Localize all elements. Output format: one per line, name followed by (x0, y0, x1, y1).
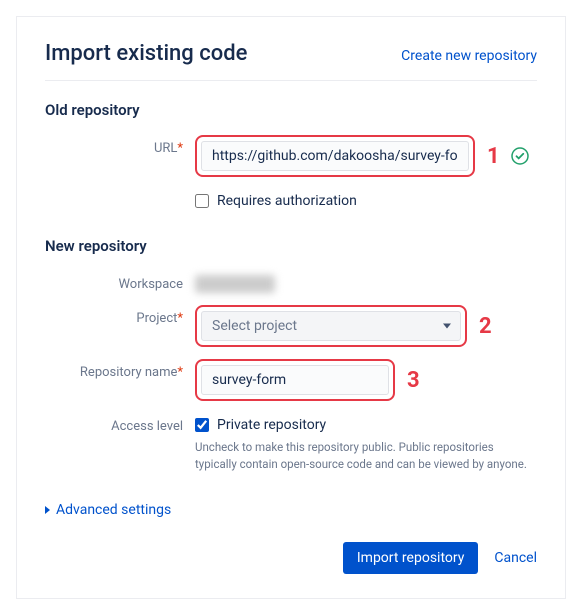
chevron-right-icon (45, 506, 50, 514)
footer: Import repository Cancel (45, 542, 537, 574)
repo-name-label: Repository name (45, 359, 195, 380)
project-row: Project Select project 2 (45, 305, 537, 347)
repo-name-control: 3 (195, 359, 537, 401)
cancel-button[interactable]: Cancel (494, 550, 537, 566)
workspace-value-blurred (195, 275, 275, 293)
annotation-number-3: 3 (407, 368, 420, 393)
private-help-text: Uncheck to make this repository public. … (195, 439, 537, 474)
project-control: Select project 2 (195, 305, 537, 347)
url-label: URL (45, 135, 195, 156)
access-control: Private repository Uncheck to make this … (195, 413, 537, 474)
workspace-row: Workspace (45, 271, 537, 293)
annotation-highlight-1 (195, 135, 475, 177)
url-input[interactable] (201, 141, 469, 171)
create-new-repo-link[interactable]: Create new repository (401, 48, 537, 64)
workspace-control (195, 271, 537, 293)
header: Import existing code Create new reposito… (45, 41, 537, 81)
auth-control: Requires authorization (195, 189, 537, 209)
advanced-settings-toggle[interactable]: Advanced settings (45, 502, 537, 518)
import-form: Import existing code Create new reposito… (16, 16, 566, 599)
url-row: URL 1 (45, 135, 537, 177)
requires-auth-checkbox[interactable] (195, 194, 209, 208)
section-title-new: New repository (45, 237, 537, 255)
project-select[interactable]: Select project (201, 311, 461, 341)
page-title: Import existing code (45, 41, 247, 66)
url-control: 1 (195, 135, 537, 177)
old-repository-section: Old repository URL 1 Requires authorizat… (45, 101, 537, 209)
repo-name-input[interactable] (201, 365, 389, 395)
section-title-old: Old repository (45, 101, 537, 119)
annotation-highlight-2: Select project (195, 305, 467, 347)
annotation-number-1: 1 (487, 144, 500, 169)
repo-name-row: Repository name 3 (45, 359, 537, 401)
valid-check-icon (510, 146, 530, 166)
auth-row: Requires authorization (45, 189, 537, 209)
new-repository-section: New repository Workspace Project Select … (45, 237, 537, 474)
import-repository-button[interactable]: Import repository (343, 542, 479, 574)
private-label: Private repository (217, 417, 326, 433)
private-checkbox[interactable] (195, 418, 209, 432)
annotation-highlight-3 (195, 359, 395, 401)
advanced-settings-label: Advanced settings (56, 502, 171, 518)
annotation-number-2: 2 (479, 314, 492, 339)
access-row: Access level Private repository Uncheck … (45, 413, 537, 474)
requires-auth-label: Requires authorization (217, 193, 357, 209)
access-label: Access level (45, 413, 195, 434)
project-label: Project (45, 305, 195, 326)
workspace-label: Workspace (45, 271, 195, 292)
